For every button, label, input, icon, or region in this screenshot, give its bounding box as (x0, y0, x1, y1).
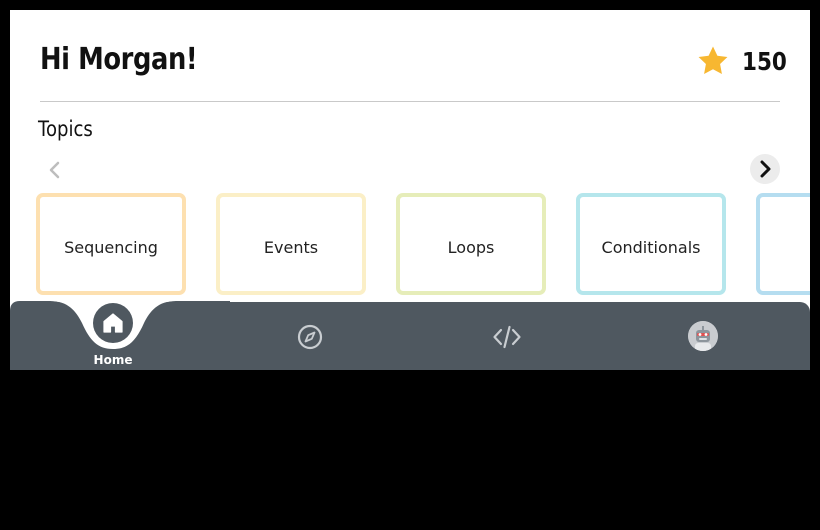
topic-card-label: Sequencing (64, 237, 158, 257)
card-progress-accent (396, 193, 400, 233)
nav-home-label: Home (93, 353, 133, 367)
chevron-right-button[interactable] (750, 154, 780, 184)
card-progress-accent (216, 193, 220, 233)
card-progress-accent (576, 193, 653, 197)
card-progress-accent (756, 291, 810, 295)
greeting-title: Hi Morgan! (40, 42, 198, 77)
card-progress-accent (362, 255, 366, 295)
header-divider (40, 101, 780, 102)
card-progress-accent (36, 291, 113, 295)
topic-card-label: Conditionals (601, 237, 701, 257)
card-progress-accent (756, 193, 810, 197)
card-progress-accent (182, 255, 186, 295)
robot-avatar-icon (688, 321, 718, 351)
card-progress-accent (722, 255, 726, 295)
card-progress-accent (396, 291, 473, 295)
code-icon[interactable] (492, 322, 522, 352)
card-progress-accent (216, 291, 293, 295)
star-icon (698, 46, 728, 75)
topic-card[interactable]: Events (216, 193, 366, 295)
chevron-right-icon (760, 160, 771, 178)
home-icon (103, 313, 123, 333)
topics-heading: Topics (38, 117, 93, 141)
card-progress-accent (36, 193, 40, 233)
app-screen: Hi Morgan! 150 Topics Sequencing Events Lo… (10, 10, 810, 370)
avatar[interactable] (688, 321, 718, 351)
card-progress-accent (756, 193, 760, 233)
points-count: 150 (742, 47, 787, 76)
topic-card[interactable]: Fu (756, 193, 810, 295)
chevron-left-icon[interactable] (41, 156, 69, 184)
card-progress-accent (542, 255, 546, 295)
card-progress-accent (576, 291, 653, 295)
compass-icon[interactable] (295, 322, 325, 352)
topic-card[interactable]: Sequencing (36, 193, 186, 295)
topic-card-label: Loops (447, 237, 495, 257)
topic-card[interactable]: Loops (396, 193, 546, 295)
nav-home-button[interactable] (93, 303, 133, 343)
card-progress-accent (396, 193, 473, 197)
card-progress-accent (216, 193, 293, 197)
card-progress-accent (36, 193, 113, 197)
topic-card-label: Events (263, 237, 319, 257)
card-progress-accent (576, 193, 580, 233)
topic-card[interactable]: Conditionals (576, 193, 726, 295)
